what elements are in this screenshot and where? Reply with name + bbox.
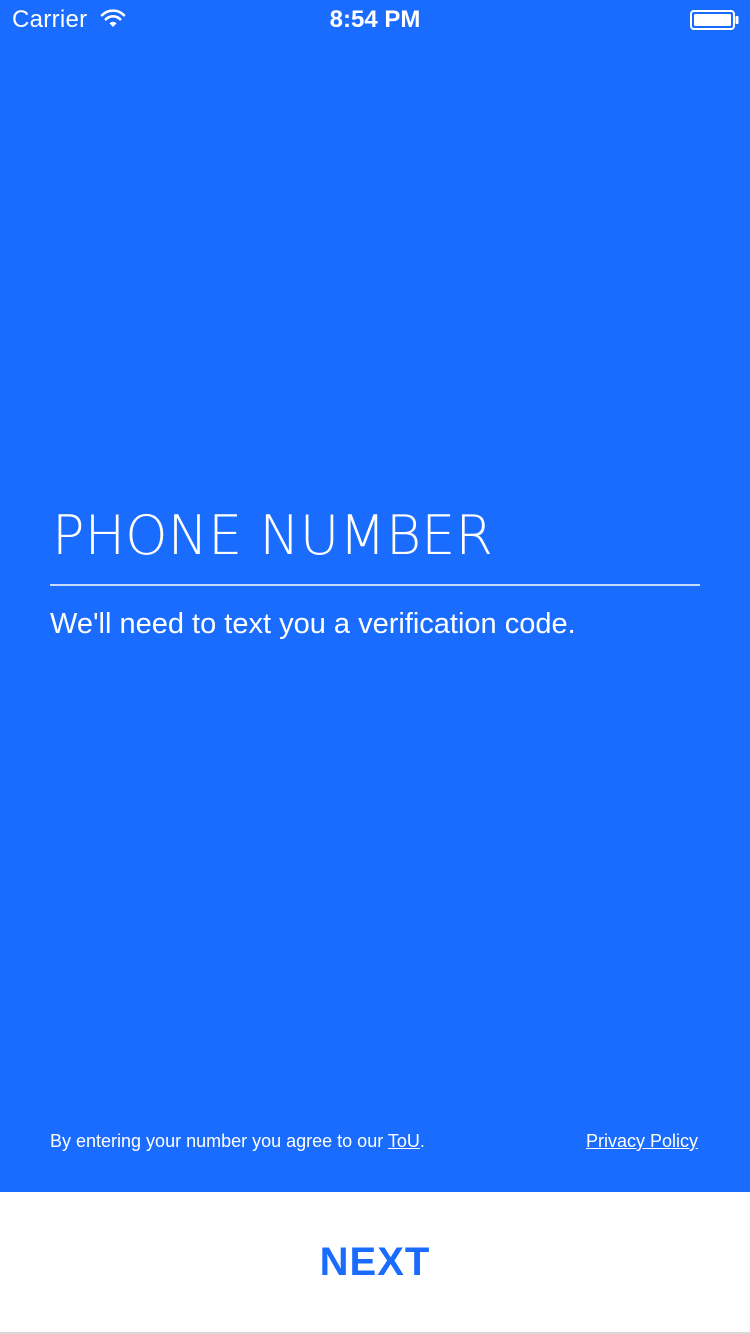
phone-entry-screen: Carrier 8:54 PM We'll need to text you a… (0, 0, 750, 1334)
phone-number-input[interactable] (50, 500, 700, 570)
input-underline (50, 584, 700, 586)
battery-icon (690, 10, 739, 30)
status-time: 8:54 PM (329, 6, 421, 33)
status-bar: Carrier 8:54 PM (0, 0, 750, 40)
next-button[interactable]: NEXT (320, 1240, 431, 1285)
tou-link[interactable]: ToU (388, 1131, 420, 1151)
privacy-policy-link[interactable]: Privacy Policy (586, 1131, 698, 1152)
next-bar: NEXT (0, 1192, 750, 1334)
terms-prefix: By entering your number you agree to our (50, 1131, 388, 1151)
verification-hint: We'll need to text you a verification co… (50, 608, 576, 640)
terms-suffix: . (419, 1131, 425, 1151)
terms-text: By entering your number you agree to our… (50, 1131, 425, 1152)
